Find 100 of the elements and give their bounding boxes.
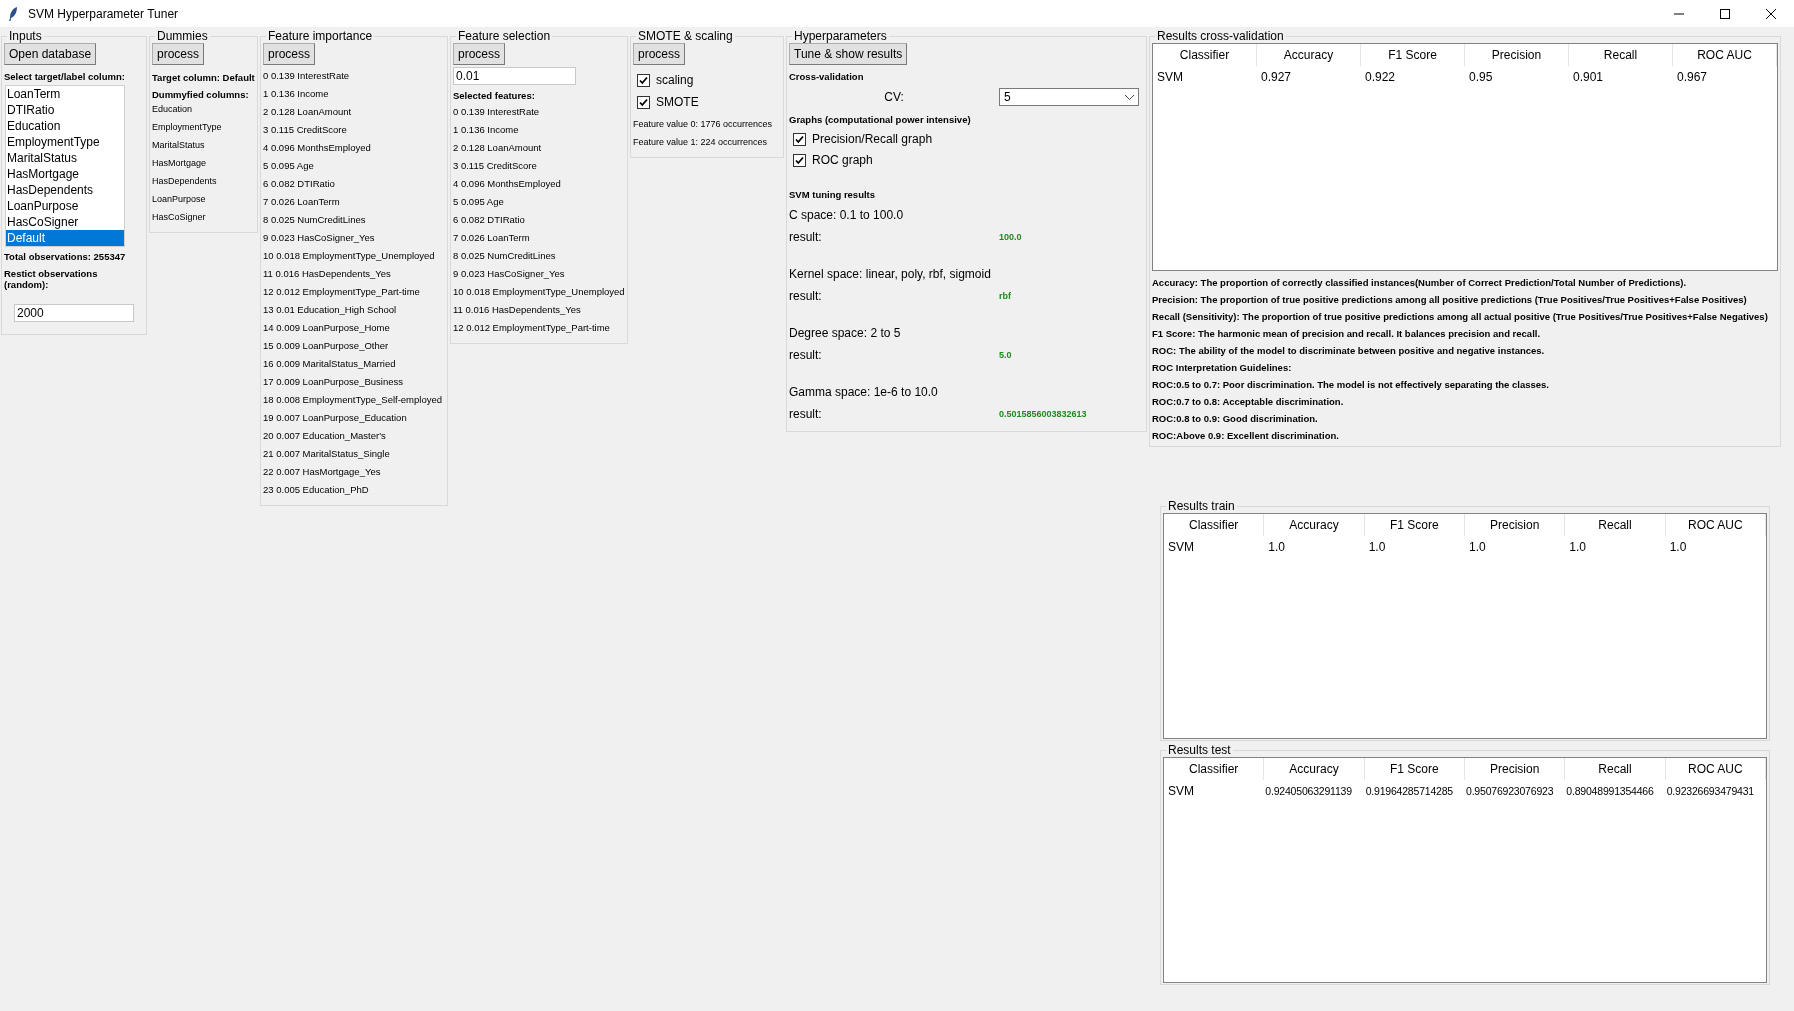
column-header[interactable]: Recall — [1565, 514, 1666, 536]
feature-item: 22 0.007 HasMortgage_Yes — [263, 465, 382, 479]
table-cell-text: 1.0 — [1468, 539, 1487, 556]
total-label: Total observations: 255347 — [4, 251, 127, 262]
section-heading: Graphs (computational power intensive) — [789, 114, 972, 125]
panel-title: Results test — [1167, 743, 1232, 757]
open-database-button[interactable]: Open database — [4, 43, 97, 65]
select-label: Select target/label column: — [4, 71, 126, 82]
restrict-field[interactable]: 2000 — [14, 304, 134, 322]
column-name: HasMortgage — [152, 157, 208, 170]
result-value: 0.5015856003832613 — [999, 408, 1088, 421]
feature-item: 8 0.025 NumCreditLines — [453, 249, 557, 263]
space-label: Kernel space: linear, poly, rbf, sigmoid — [789, 266, 992, 283]
process-button[interactable]: process — [633, 43, 686, 65]
list-item[interactable]: LoanTerm — [6, 86, 124, 102]
cv-dropdown[interactable]: 5 — [999, 88, 1139, 106]
threshold-field[interactable]: 0.01 — [453, 67, 576, 85]
feature-item: 5 0.095 Age — [263, 159, 315, 173]
column-header[interactable]: F1 Score — [1361, 44, 1465, 66]
table-cell-text: SVM — [1167, 783, 1195, 800]
checkbox[interactable] — [637, 95, 650, 109]
column-name: Education — [152, 103, 194, 116]
table-cell-text: 0.92326693479431 — [1665, 784, 1755, 799]
column-header[interactable]: F1 Score — [1364, 514, 1465, 536]
feature-item: 11 0.016 HasDependents_Yes — [263, 267, 392, 281]
feature-item: 19 0.007 LoanPurpose_Education — [263, 411, 408, 425]
note-text: Precision: The proportion of true positive predictions among all positive predictions (True Positives/True Positives+False Positives) — [1152, 293, 1748, 307]
checkbox[interactable] — [793, 153, 806, 167]
checkbox[interactable] — [637, 73, 650, 87]
feature-item: 5 0.095 Age — [453, 195, 505, 209]
note-text: ROC:Above 0.9: Excellent discrimination. — [1152, 429, 1340, 443]
table-cell-text: 0.95076923076923 — [1465, 784, 1555, 799]
feature-item: 1 0.136 Income — [263, 87, 330, 101]
column-header[interactable]: Accuracy — [1264, 758, 1365, 780]
window-title: SVM Hyperparameter Tuner — [28, 6, 179, 21]
column-name: HasCoSigner — [152, 211, 207, 224]
table-cell-text: 0.92405063291139 — [1264, 784, 1353, 799]
list-item[interactable]: Default — [6, 230, 124, 246]
column-header[interactable]: Recall — [1569, 44, 1673, 66]
space-label: C space: 0.1 to 100.0 — [789, 207, 905, 224]
list-item[interactable]: Education — [6, 118, 124, 134]
result-label: result: — [789, 347, 823, 364]
feature-item: 18 0.008 EmploymentType_Self-employed — [263, 393, 444, 407]
count-label: Feature value 0: 1776 occurrences — [633, 118, 774, 131]
space-label: Gamma space: 1e-6 to 10.0 — [789, 384, 939, 401]
column-header[interactable]: Accuracy — [1257, 44, 1361, 66]
process-button[interactable]: process — [152, 43, 205, 65]
feature-item: 0 0.139 InterestRate — [263, 69, 351, 83]
feature-item: 3 0.115 CreditScore — [263, 123, 348, 137]
process-button[interactable]: process — [263, 43, 316, 65]
column-header[interactable]: ROC AUC — [1665, 514, 1766, 536]
note-text: ROC:0.8 to 0.9: Good discrimination. — [1152, 412, 1319, 426]
panel-title: Feature importance — [267, 29, 374, 43]
column-header[interactable]: ROC AUC — [1673, 44, 1777, 66]
section-heading: Cross-validation — [789, 71, 865, 82]
list-item[interactable]: LoanPurpose — [6, 198, 124, 214]
column-header[interactable]: Classifier — [1164, 758, 1265, 780]
feature-item: 2 0.128 LoanAmount — [453, 141, 543, 155]
column-header[interactable]: Precision — [1465, 44, 1569, 66]
column-header[interactable]: F1 Score — [1364, 758, 1465, 780]
tune-button[interactable]: Tune & show results — [789, 43, 908, 65]
table-cell-text: 1.0 — [1267, 539, 1286, 556]
column-header[interactable]: Accuracy — [1264, 514, 1365, 536]
checkbox-label[interactable]: scaling — [656, 73, 694, 87]
checkbox-label[interactable]: SMOTE — [656, 95, 699, 109]
table-cell-text: 1.0 — [1367, 539, 1387, 556]
table-cell-text: 0.927 — [1260, 69, 1293, 86]
feature-item: 21 0.007 MaritalStatus_Single — [263, 447, 391, 461]
list-item[interactable]: HasDependents — [6, 182, 124, 198]
feature-item: 0 0.139 InterestRate — [453, 105, 541, 119]
list-item[interactable]: EmploymentType — [6, 134, 124, 150]
process-button[interactable]: process — [453, 43, 506, 65]
panel-title: Inputs — [8, 29, 43, 43]
list-item[interactable]: HasCoSigner — [6, 214, 124, 230]
table-cell-text: 0.91964285714285 — [1364, 784, 1454, 799]
column-header[interactable]: Recall — [1565, 758, 1666, 780]
column-header[interactable]: ROC AUC — [1665, 758, 1766, 780]
checkbox-label[interactable]: ROC graph — [812, 153, 873, 167]
column-listbox[interactable]: LoanTerm DTIRatio Education EmploymentType MaritalStatus HasMortgage HasDependents LoanPurpose HasCoSigner Default — [5, 85, 125, 247]
list-item[interactable]: HasMortgage — [6, 166, 124, 182]
table-cell-text: 1.0 — [1668, 539, 1688, 556]
column-header[interactable]: Precision — [1465, 758, 1566, 780]
caret-icon — [1125, 94, 1134, 100]
table-cell-text: 0.901 — [1572, 69, 1605, 86]
checkbox-label[interactable]: Precision/Recall graph — [812, 132, 933, 146]
column-header[interactable]: Classifier — [1164, 514, 1265, 536]
panel-title: Results cross-validation — [1156, 29, 1285, 43]
restrict-label: Restict observations (random): — [4, 268, 99, 290]
checkbox[interactable] — [793, 132, 806, 146]
list-item[interactable]: DTIRatio — [6, 102, 124, 118]
feature-item: 11 0.016 HasDependents_Yes — [453, 303, 582, 317]
note-text: Accuracy: The proportion of correctly classified instances(Number of Correct Prediction/Total Number of Predictions). — [1152, 276, 1688, 290]
list-item[interactable]: MaritalStatus — [6, 150, 124, 166]
column-header[interactable]: Classifier — [1153, 44, 1257, 66]
feature-item: 16 0.009 MaritalStatus_Married — [263, 357, 397, 371]
note-text: ROC:0.5 to 0.7: Poor discrimination. The model is not effectively separating the classes. — [1152, 378, 1550, 392]
selected-features-label: Selected features: — [453, 89, 536, 103]
column-header[interactable]: Precision — [1465, 514, 1566, 536]
feature-item: 23 0.005 Education_PhD — [263, 483, 370, 497]
table-cell-text: 1.0 — [1568, 539, 1587, 556]
